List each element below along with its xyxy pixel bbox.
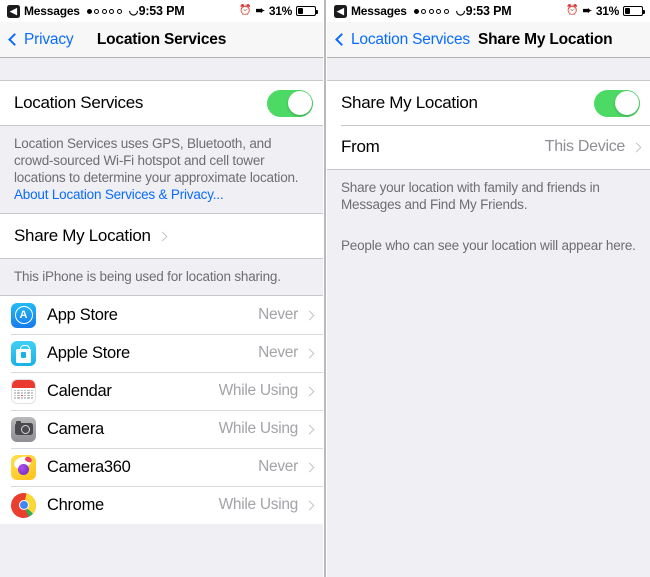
list-item-camera360[interactable]: Camera360 Never xyxy=(0,448,323,486)
row-location-services-master[interactable]: Location Services xyxy=(0,81,323,125)
toggle-share-my-location[interactable] xyxy=(594,89,640,117)
location-arrow-icon: ➨ xyxy=(582,4,592,17)
chrome-icon xyxy=(11,492,36,518)
left-screen-location-services: ◀ Messages ◡ 9:53 PM ⏰ ➨ 31% Privacy Loc… xyxy=(0,0,323,577)
status-bar-right-group: ⏰ ➨ 31% xyxy=(566,4,645,18)
footer-location-services-description: Location Services uses GPS, Bluetooth, a… xyxy=(0,126,323,213)
app-name: Calendar xyxy=(47,381,112,400)
back-button-privacy[interactable]: Privacy xyxy=(8,30,74,49)
camera360-icon xyxy=(11,454,36,480)
battery-percent-label: 31% xyxy=(595,4,619,18)
app-name: Apple Store xyxy=(47,343,130,362)
chevron-left-icon xyxy=(8,33,21,46)
back-button-location-services[interactable]: Location Services xyxy=(335,31,470,49)
chevron-right-icon xyxy=(304,310,315,320)
alarm-clock-icon: ⏰ xyxy=(566,5,579,16)
list-item-chrome[interactable]: Chrome While Using xyxy=(0,486,323,524)
about-location-services-privacy-link[interactable]: About Location Services & Privacy... xyxy=(14,187,224,202)
row-label: Share My Location xyxy=(14,226,151,245)
app-permission-value: Never xyxy=(258,458,298,475)
app-store-icon: A xyxy=(11,302,36,328)
nav-bar-left: Privacy Location Services xyxy=(0,22,323,58)
app-permission-value: Never xyxy=(258,344,298,361)
nav-bar-right: Location Services Share My Location xyxy=(327,22,650,58)
dual-screenshot-container: ◀ Messages ◡ 9:53 PM ⏰ ➨ 31% Privacy Loc… xyxy=(0,0,650,577)
row-share-my-location-toggle[interactable]: Share My Location xyxy=(327,81,650,125)
location-services-group: Location Services xyxy=(0,80,323,126)
location-arrow-icon: ➨ xyxy=(255,4,265,17)
app-permission-value: While Using xyxy=(218,420,299,437)
app-permission-value: Never xyxy=(258,306,298,323)
chevron-right-icon xyxy=(304,348,315,358)
chevron-right-icon xyxy=(304,500,315,510)
row-value: This Device xyxy=(544,138,626,155)
list-item-calendar[interactable]: Calendar While Using xyxy=(0,372,323,410)
chevron-right-icon xyxy=(157,231,168,241)
list-item-apple-store[interactable]: Apple Store Never xyxy=(0,334,323,372)
share-location-group: Share My Location From This Device xyxy=(327,80,650,170)
row-label: Location Services xyxy=(14,93,144,112)
app-permission-value: While Using xyxy=(218,382,299,399)
row-share-my-location[interactable]: Share My Location xyxy=(0,214,323,258)
footer-people-empty-state: People who can see your location will ap… xyxy=(341,238,636,253)
apple-store-icon xyxy=(11,340,36,366)
footer-share-description: This iPhone is being used for location s… xyxy=(14,269,281,284)
app-name: Camera xyxy=(47,419,104,438)
chevron-right-icon xyxy=(631,142,642,152)
app-permissions-list: A App Store Never Apple Store Never Cale… xyxy=(0,295,323,524)
status-bar-right-group: ⏰ ➨ 31% xyxy=(239,4,318,18)
back-button-label: Location Services xyxy=(351,30,470,48)
back-button-label: Privacy xyxy=(24,30,74,48)
row-label: From xyxy=(341,137,380,156)
list-item-app-store[interactable]: A App Store Never xyxy=(0,296,323,334)
battery-percent-label: 31% xyxy=(268,4,292,18)
footer-text: Location Services uses GPS, Bluetooth, a… xyxy=(14,136,299,185)
row-from[interactable]: From This Device xyxy=(327,125,650,169)
chevron-left-icon xyxy=(335,33,348,46)
app-name: App Store xyxy=(47,305,118,324)
chevron-right-icon xyxy=(304,386,315,396)
status-bar-left: ◀ Messages ◡ 9:53 PM ⏰ ➨ 31% xyxy=(0,0,323,22)
calendar-icon xyxy=(11,378,36,404)
right-screen-share-my-location: ◀ Messages ◡ 9:53 PM ⏰ ➨ 31% Location Se… xyxy=(327,0,650,577)
app-name: Camera360 xyxy=(47,457,131,476)
list-item-camera[interactable]: Camera While Using xyxy=(0,410,323,448)
row-label: Share My Location xyxy=(341,93,478,112)
share-my-location-group: Share My Location xyxy=(0,213,323,259)
toggle-location-services[interactable] xyxy=(267,89,313,117)
chevron-right-icon xyxy=(304,424,315,434)
battery-icon xyxy=(296,6,318,16)
chevron-right-icon xyxy=(304,462,315,472)
camera-icon xyxy=(11,416,36,442)
status-bar-right: ◀ Messages ◡ 9:53 PM ⏰ ➨ 31% xyxy=(327,0,650,22)
app-name: Chrome xyxy=(47,495,104,514)
page-title-share-my-location: Share My Location xyxy=(477,30,613,48)
app-permission-value: While Using xyxy=(218,496,299,513)
alarm-clock-icon: ⏰ xyxy=(239,5,252,16)
footer-share-location-description: Share your location with family and frie… xyxy=(341,180,600,212)
battery-icon xyxy=(623,6,645,16)
